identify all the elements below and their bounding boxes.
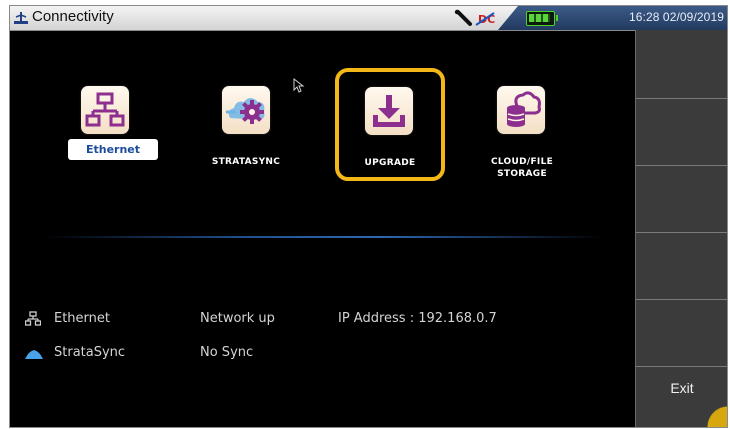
stratasync-status-state: No Sync (200, 345, 254, 360)
dc-power-icon: DC (475, 12, 495, 26)
softkey-3[interactable] (636, 166, 727, 233)
battery-level (529, 14, 550, 22)
cloud-database-icon (507, 91, 541, 127)
divider-line (45, 236, 605, 238)
cloud-file-storage-label[interactable]: CLOUD/FILE STORAGE (477, 156, 567, 180)
ethernet-status-name: Ethernet (54, 311, 110, 326)
cloud-icon (25, 350, 43, 359)
battery-icon (526, 11, 558, 26)
selection-highlight (335, 68, 445, 181)
title-bar: Connectivity DC 16:28 02/09/2019 (10, 6, 727, 31)
ethernet-ip-address: IP Address : 192.168.0.7 (338, 311, 497, 326)
softkey-panel: Exit (635, 30, 727, 427)
cloud-file-label-line1: CLOUD/FILE (490, 157, 554, 167)
stratasync-tile[interactable] (222, 86, 270, 134)
datetime: 16:28 02/09/2019 (628, 10, 724, 24)
connectivity-app-icon (14, 12, 28, 24)
device-screen: Connectivity DC 16:28 02/09/2019 Etherne… (9, 5, 728, 428)
ethernet-label[interactable]: Ethernet (68, 139, 158, 160)
ethernet-tile[interactable] (81, 86, 129, 134)
softkey-2[interactable] (636, 99, 727, 166)
stratasync-label[interactable]: STRATASYNC (200, 156, 292, 168)
status-icons: DC (454, 9, 495, 26)
cloud-file-storage-tile[interactable] (497, 86, 545, 134)
mouse-cursor-icon (293, 78, 305, 93)
status-area: DC 16:28 02/09/2019 (440, 6, 727, 30)
ethernet-status-state: Network up (200, 311, 275, 326)
cloud-file-label-line2: STORAGE (497, 169, 547, 179)
stratasync-status-name: StrataSync (54, 345, 126, 360)
network-icon (85, 92, 125, 127)
cloud-gear-icon (226, 98, 265, 124)
softkey-5[interactable] (636, 300, 727, 367)
softkey-4[interactable] (636, 233, 727, 300)
probe-icon (454, 9, 472, 26)
back-corner-icon[interactable] (702, 405, 727, 427)
exit-label: Exit (670, 380, 694, 396)
softkey-1[interactable] (636, 30, 727, 99)
window-title: Connectivity (32, 8, 114, 25)
network-icon (25, 311, 41, 326)
